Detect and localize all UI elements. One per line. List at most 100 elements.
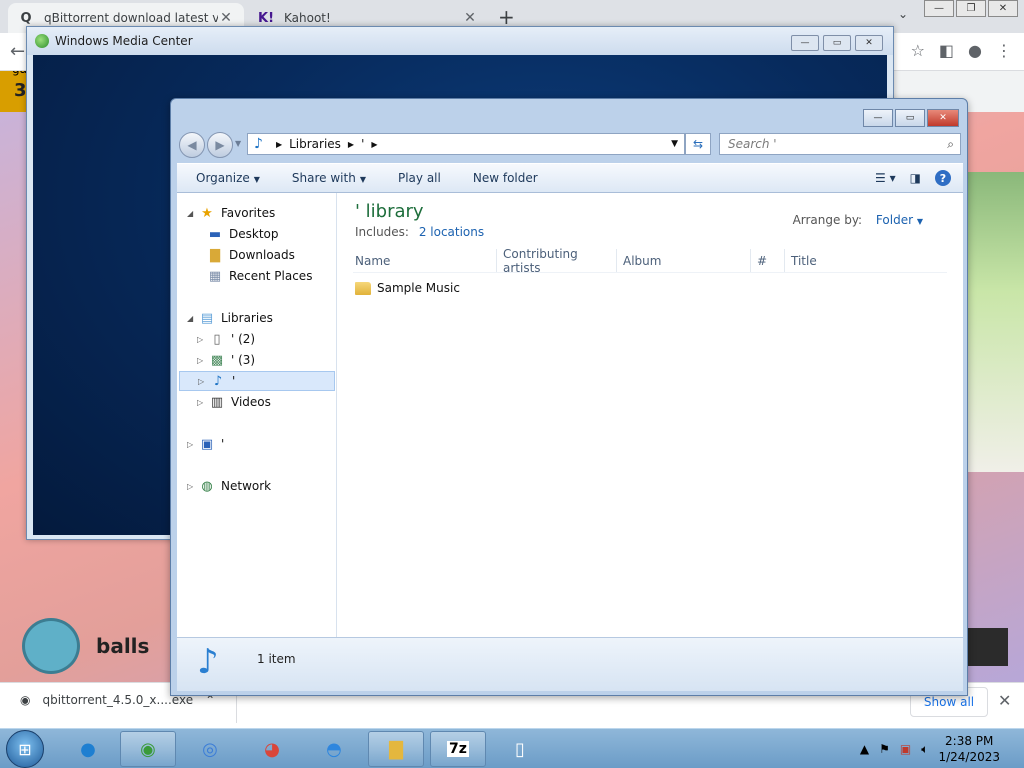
expand-arrow-icon[interactable]: ▷: [187, 482, 197, 491]
answer-dark-button[interactable]: [968, 628, 1008, 666]
documents-icon: ▯: [213, 331, 221, 347]
column-album[interactable]: Album: [617, 249, 751, 272]
share-with-button[interactable]: Share with ▼: [292, 171, 366, 185]
network-status-icon[interactable]: ▣: [900, 742, 911, 756]
nav-label: Videos: [231, 395, 271, 409]
music-note-icon: ♪: [213, 373, 223, 389]
breadcrumb-arrow-icon[interactable]: ▶: [348, 140, 354, 149]
organize-button[interactable]: Organize ▼: [196, 171, 260, 185]
notepad-taskbar-button[interactable]: ▯: [492, 731, 548, 767]
explorer-navigation-bar: ◀ ▶ ▼ ♪ ▶ Libraries ▶ ' ▶ ▼ ⇆ Search ' ⌕: [177, 131, 963, 159]
wmc-logo-icon: [35, 34, 49, 48]
nav-favorites[interactable]: ◢ ★ Favorites: [187, 203, 275, 223]
clock[interactable]: 2:38 PM 1/24/2023: [938, 733, 1000, 765]
expand-arrow-icon[interactable]: ▷: [197, 398, 207, 407]
page-header-text: 3: [14, 80, 27, 101]
arrange-by-dropdown[interactable]: Folder ▼: [876, 213, 923, 227]
help-icon[interactable]: ?: [935, 170, 951, 186]
edge-taskbar-button[interactable]: ●: [60, 731, 116, 767]
close-icon[interactable]: ✕: [988, 0, 1018, 17]
close-icon[interactable]: ✕: [927, 109, 959, 127]
browser-taskbar-button[interactable]: ◓: [306, 731, 362, 767]
qbittorrent-taskbar-button[interactable]: ◎: [182, 731, 238, 767]
nav-library-videos[interactable]: ▷ ▥ Videos: [197, 392, 271, 412]
recent-places-icon: ▦: [208, 268, 222, 284]
locations-link[interactable]: 2 locations: [419, 225, 484, 239]
column-track-number[interactable]: #: [751, 249, 785, 272]
preview-pane-icon[interactable]: ◨: [910, 171, 921, 185]
new-folder-button[interactable]: New folder: [473, 171, 538, 185]
network-icon: ◍: [201, 478, 213, 494]
column-name[interactable]: Name: [353, 249, 497, 272]
column-title[interactable]: Title: [785, 249, 933, 272]
breadcrumb-arrow-icon[interactable]: ▶: [276, 140, 282, 149]
restore-icon[interactable]: ❐: [956, 0, 986, 17]
nav-desktop[interactable]: ▬ Desktop: [207, 224, 279, 244]
item-count: 1 item: [257, 652, 296, 666]
explorer-taskbar-button[interactable]: ▇: [368, 731, 424, 767]
view-options-icon[interactable]: ☰ ▾: [875, 171, 896, 185]
collapse-arrow-icon[interactable]: ◢: [187, 314, 197, 323]
expand-arrow-icon[interactable]: ▷: [197, 356, 207, 365]
shield-browser-icon: ◓: [326, 738, 342, 760]
back-arrow-icon[interactable]: ←: [10, 41, 25, 62]
nav-library-music[interactable]: ▷ ♪ ': [179, 371, 335, 391]
bookmark-star-icon[interactable]: ☆: [911, 41, 925, 60]
search-icon[interactable]: ⌕: [947, 137, 954, 152]
address-dropdown-icon[interactable]: ▼: [671, 139, 678, 149]
play-all-button[interactable]: Play all: [398, 171, 441, 185]
column-contributing-artists[interactable]: Contributing artists: [497, 247, 617, 275]
menu-dots-icon[interactable]: ⋮: [996, 41, 1012, 60]
expand-arrow-icon[interactable]: ▷: [198, 377, 208, 386]
taskbar: ⊞ ● ◉ ◎ ◕ ◓ ▇ 7z ▯ ▲ ⚑ ▣ 🔈︎ 2:38 PM 1/24…: [0, 728, 1024, 768]
expand-arrow-icon[interactable]: ▷: [187, 440, 197, 449]
close-tab-icon[interactable]: ✕: [218, 10, 234, 26]
address-bar[interactable]: ♪ ▶ Libraries ▶ ' ▶ ▼: [247, 133, 685, 155]
nav-downloads[interactable]: ▇ Downloads: [207, 245, 295, 265]
search-input[interactable]: Search ' ⌕: [719, 133, 961, 155]
nav-network[interactable]: ▷ ◍ Network: [187, 476, 271, 496]
chrome-taskbar-button[interactable]: ◕: [244, 731, 300, 767]
breadcrumb-arrow-icon[interactable]: ▶: [371, 140, 377, 149]
start-button[interactable]: ⊞: [6, 730, 44, 768]
library-pane: ' library Includes: 2 locations Arrange …: [337, 193, 963, 637]
nav-computer[interactable]: ▷ ▣ ': [187, 434, 224, 454]
collapse-arrow-icon[interactable]: ◢: [187, 209, 197, 218]
action-center-icon[interactable]: ⚑: [879, 742, 890, 756]
navigation-pane: ◢ ★ Favorites ▬ Desktop ▇ Downloads ▦ Re…: [177, 193, 337, 637]
nav-recent-places[interactable]: ▦ Recent Places: [207, 266, 313, 286]
close-tab-icon[interactable]: ✕: [462, 10, 478, 26]
wmc-title-bar[interactable]: Windows Media Center: [27, 27, 893, 55]
refresh-icon[interactable]: ⇆: [685, 133, 711, 155]
minimize-icon[interactable]: —: [924, 0, 954, 17]
minimize-icon[interactable]: —: [791, 35, 819, 51]
expand-arrow-icon[interactable]: ▷: [197, 335, 207, 344]
nav-label: Desktop: [229, 227, 279, 241]
breadcrumb-libraries[interactable]: Libraries: [289, 137, 341, 151]
nav-label: Favorites: [221, 206, 276, 220]
maximize-icon[interactable]: ▭: [895, 109, 925, 127]
chevron-down-icon[interactable]: ⌄: [898, 7, 908, 21]
forward-arrow-icon[interactable]: ▶: [207, 132, 233, 158]
nav-library-documents[interactable]: ▷ ▯ ' (2): [197, 329, 255, 349]
nav-label: Libraries: [221, 311, 273, 325]
back-arrow-icon[interactable]: ◀: [179, 132, 205, 158]
recent-pages-chevron-icon[interactable]: ▼: [235, 139, 241, 148]
installer-file-icon: ◉: [20, 693, 31, 707]
7zip-taskbar-button[interactable]: 7z: [430, 731, 486, 767]
minimize-icon[interactable]: —: [863, 109, 893, 127]
nav-library-pictures[interactable]: ▷ ▩ ' (3): [197, 350, 255, 370]
wmc-taskbar-button[interactable]: ◉: [120, 731, 176, 767]
show-hidden-icons-icon[interactable]: ▲: [860, 742, 869, 756]
close-download-bar-icon[interactable]: ✕: [998, 691, 1011, 710]
profile-avatar-icon[interactable]: ●: [968, 41, 982, 60]
list-item[interactable]: Sample Music: [355, 281, 460, 295]
side-panel-icon[interactable]: ◧: [939, 41, 954, 60]
clock-time: 2:38 PM: [945, 734, 994, 748]
close-icon[interactable]: ✕: [855, 35, 883, 51]
volume-icon[interactable]: 🔈︎: [921, 742, 928, 757]
folder-icon: [355, 281, 371, 295]
breadcrumb-current[interactable]: ': [361, 137, 364, 151]
maximize-icon[interactable]: ▭: [823, 35, 851, 51]
nav-libraries[interactable]: ◢ ▤ Libraries: [187, 308, 273, 328]
